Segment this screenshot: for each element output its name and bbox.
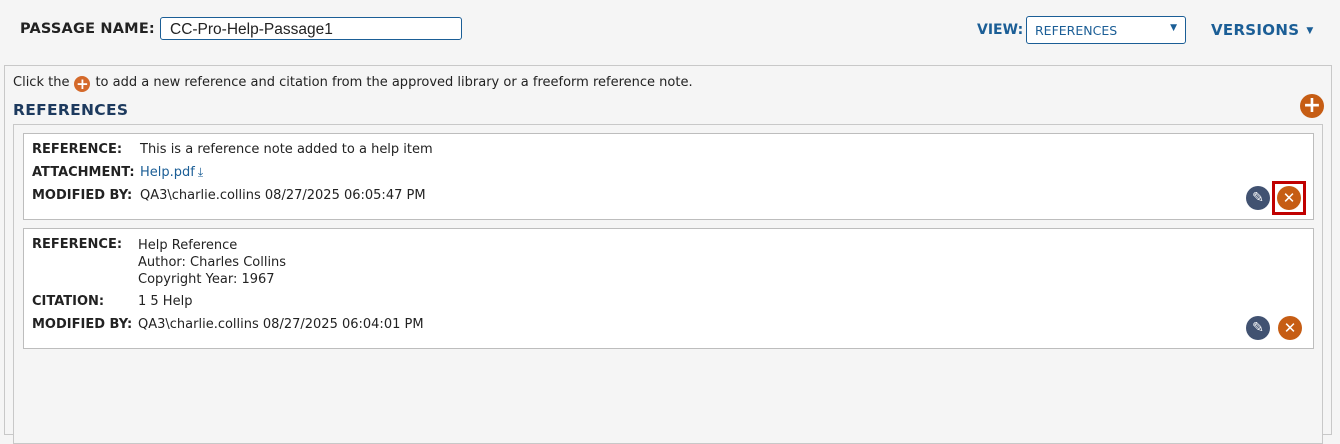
delete-reference-button[interactable]: ✕ bbox=[1277, 186, 1301, 210]
hint-text-after: to add a new reference and citation from… bbox=[95, 75, 693, 90]
modified-value: QA3\charlie.collins 08/27/2025 06:05:47 … bbox=[140, 188, 426, 203]
modified-row: MODIFIED BY: QA3\charlie.collins 08/27/2… bbox=[32, 188, 426, 203]
plus-circle-icon: + bbox=[1302, 93, 1322, 118]
reference-line: Copyright Year: 1967 bbox=[138, 272, 275, 287]
edit-reference-button[interactable]: ✎ bbox=[1246, 186, 1270, 210]
citation-row: CITATION: 1 5 Help bbox=[32, 294, 192, 309]
reference-label: REFERENCE: bbox=[32, 142, 123, 157]
hint-text-before: Click the bbox=[13, 75, 70, 90]
passage-name-input[interactable]: CC-Pro-Help-Passage1 bbox=[160, 17, 462, 40]
top-bar: PASSAGE NAME: CC-Pro-Help-Passage1 VIEW:… bbox=[0, 0, 1340, 62]
reference-row: REFERENCE: Help Reference Author: Charle… bbox=[32, 237, 286, 287]
reference-text: This is a reference note added to a help… bbox=[140, 142, 433, 157]
reference-line: Author: Charles Collins bbox=[138, 255, 287, 270]
close-circle-icon: ✕ bbox=[1283, 319, 1297, 337]
reference-card: REFERENCE: Help Reference Author: Charle… bbox=[23, 228, 1314, 349]
reference-card: REFERENCE: This is a reference note adde… bbox=[23, 133, 1314, 220]
attachment-label: ATTACHMENT: bbox=[32, 165, 135, 180]
add-reference-button[interactable]: + bbox=[1300, 94, 1324, 118]
citation-label: CITATION: bbox=[32, 294, 105, 309]
view-label: VIEW: bbox=[977, 22, 1024, 38]
reference-text: Help Reference Author: Charles Collins C… bbox=[138, 237, 286, 288]
reference-row: REFERENCE: This is a reference note adde… bbox=[32, 142, 433, 157]
hint-text: Click the + to add a new reference and cit… bbox=[13, 75, 693, 92]
view-select[interactable]: REFERENCES ▼ bbox=[1026, 16, 1186, 44]
edit-reference-button[interactable]: ✎ bbox=[1246, 316, 1270, 340]
modified-label: MODIFIED BY: bbox=[32, 188, 133, 203]
modified-value: QA3\charlie.collins 08/27/2025 06:04:01 … bbox=[138, 317, 424, 332]
references-panel: Click the + to add a new reference and cit… bbox=[4, 65, 1332, 444]
view-select-value: REFERENCES bbox=[1035, 23, 1118, 38]
attachment-row: ATTACHMENT: Help.pdf ⤓ bbox=[32, 165, 203, 180]
modified-row: MODIFIED BY: QA3\charlie.collins 08/27/2… bbox=[32, 317, 424, 332]
modified-label: MODIFIED BY: bbox=[32, 317, 133, 332]
reference-line: Help Reference bbox=[138, 238, 238, 253]
attachment-link[interactable]: Help.pdf ⤓ bbox=[140, 165, 203, 180]
versions-menu[interactable]: VERSIONS ▼ bbox=[1211, 21, 1314, 39]
download-icon: ⤓ bbox=[197, 165, 204, 179]
attachment-filename: Help.pdf bbox=[140, 165, 195, 180]
passage-name-label: PASSAGE NAME: bbox=[20, 21, 155, 37]
versions-label: VERSIONS bbox=[1211, 21, 1300, 39]
delete-reference-button[interactable]: ✕ bbox=[1278, 316, 1302, 340]
caret-down-icon: ▼ bbox=[1306, 26, 1314, 36]
close-circle-icon: ✕ bbox=[1282, 189, 1296, 207]
references-list: REFERENCE: This is a reference note adde… bbox=[13, 124, 1323, 444]
caret-down-icon: ▼ bbox=[1170, 23, 1177, 33]
reference-label: REFERENCE: bbox=[32, 237, 123, 252]
pencil-icon: ✎ bbox=[1252, 190, 1264, 206]
pencil-icon: ✎ bbox=[1252, 320, 1264, 336]
plus-circle-icon: + bbox=[74, 75, 91, 93]
citation-value: 1 5 Help bbox=[138, 294, 193, 309]
references-title: REFERENCES bbox=[13, 101, 129, 119]
